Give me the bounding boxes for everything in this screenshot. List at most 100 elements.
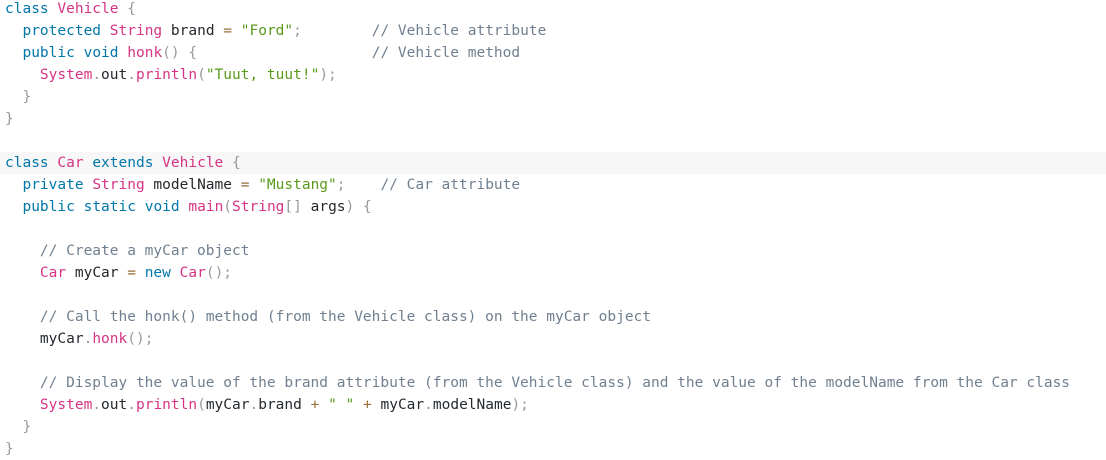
code-line: } xyxy=(0,108,1106,130)
code-token: myCar xyxy=(66,265,128,281)
code-token: { xyxy=(363,199,372,215)
code-line: } xyxy=(0,438,1106,460)
code-token: " " xyxy=(328,397,355,413)
code-token: ( xyxy=(197,67,206,83)
code-token: private xyxy=(22,177,84,193)
code-token: honk xyxy=(92,331,128,347)
code-line: myCar.honk(); xyxy=(0,328,1106,350)
code-token: String xyxy=(92,177,145,193)
code-token: "Ford" xyxy=(240,23,294,39)
code-token: out xyxy=(101,67,128,83)
code-token: ) xyxy=(345,199,355,215)
code-token: } xyxy=(5,441,14,457)
code-token: . xyxy=(127,67,136,83)
code-token: ); xyxy=(319,67,337,83)
code-token: = xyxy=(223,23,233,39)
code-token: String xyxy=(232,199,285,215)
code-token: // Vehicle attribute xyxy=(371,23,547,39)
code-token: out xyxy=(101,397,128,413)
code-token: { xyxy=(127,1,136,17)
code-token: String xyxy=(109,23,163,39)
code-token: System xyxy=(39,67,93,83)
code-token: Vehicle xyxy=(162,155,224,171)
code-token: ( xyxy=(197,397,206,413)
code-token: // Vehicle method xyxy=(371,45,521,61)
code-token: } xyxy=(22,419,32,435)
code-token: // Car attribute xyxy=(380,177,521,193)
code-line: private String modelName = "Mustang"; //… xyxy=(0,174,1106,196)
code-token: protected xyxy=(22,23,102,39)
code-line: } xyxy=(0,86,1106,108)
code-line: System.out.println("Tuut, tuut!"); xyxy=(0,64,1106,86)
code-token: "Mustang" xyxy=(258,177,337,193)
code-token: (); xyxy=(205,265,233,281)
code-token: // Create a myCar object xyxy=(39,243,250,259)
code-token: . xyxy=(83,331,93,347)
code-token: Car xyxy=(57,155,84,171)
code-token: extends xyxy=(92,155,154,171)
code-token: main xyxy=(188,199,224,215)
code-token: "Tuut, tuut!" xyxy=(205,67,320,83)
code-line: class Vehicle { xyxy=(0,0,1106,20)
code-token: modelName xyxy=(432,397,512,413)
code-token: args xyxy=(301,199,346,215)
code-token: println xyxy=(135,67,198,83)
code-token: new xyxy=(144,265,171,281)
code-token: . xyxy=(92,397,102,413)
code-line: // Display the value of the brand attrib… xyxy=(0,372,1106,394)
code-token: Car xyxy=(39,265,67,281)
code-token: } xyxy=(22,89,32,105)
code-token: [] xyxy=(284,199,302,215)
code-line: } xyxy=(0,416,1106,438)
code-token: . xyxy=(249,397,259,413)
code-token: } xyxy=(5,111,14,127)
code-token: myCar xyxy=(371,397,425,413)
code-token: Car xyxy=(179,265,206,281)
code-token: public xyxy=(22,199,75,215)
code-token: println xyxy=(135,397,198,413)
code-line: public static void main(String[] args) { xyxy=(0,196,1106,218)
code-token: () xyxy=(162,45,180,61)
code-token: = xyxy=(127,265,136,281)
code-token: ; xyxy=(293,23,302,39)
code-token: // Call the honk() method (from the Vehi… xyxy=(39,309,652,325)
code-token: . xyxy=(92,67,102,83)
code-token: void xyxy=(144,199,180,215)
code-token: class xyxy=(5,155,49,171)
code-token: static xyxy=(83,199,136,215)
code-editor[interactable]: class Vehicle { protected String brand =… xyxy=(0,0,1106,459)
code-token: myCar xyxy=(39,331,84,347)
code-token: brand xyxy=(162,23,224,39)
code-token: (); xyxy=(127,331,154,347)
code-token: class xyxy=(5,1,49,17)
